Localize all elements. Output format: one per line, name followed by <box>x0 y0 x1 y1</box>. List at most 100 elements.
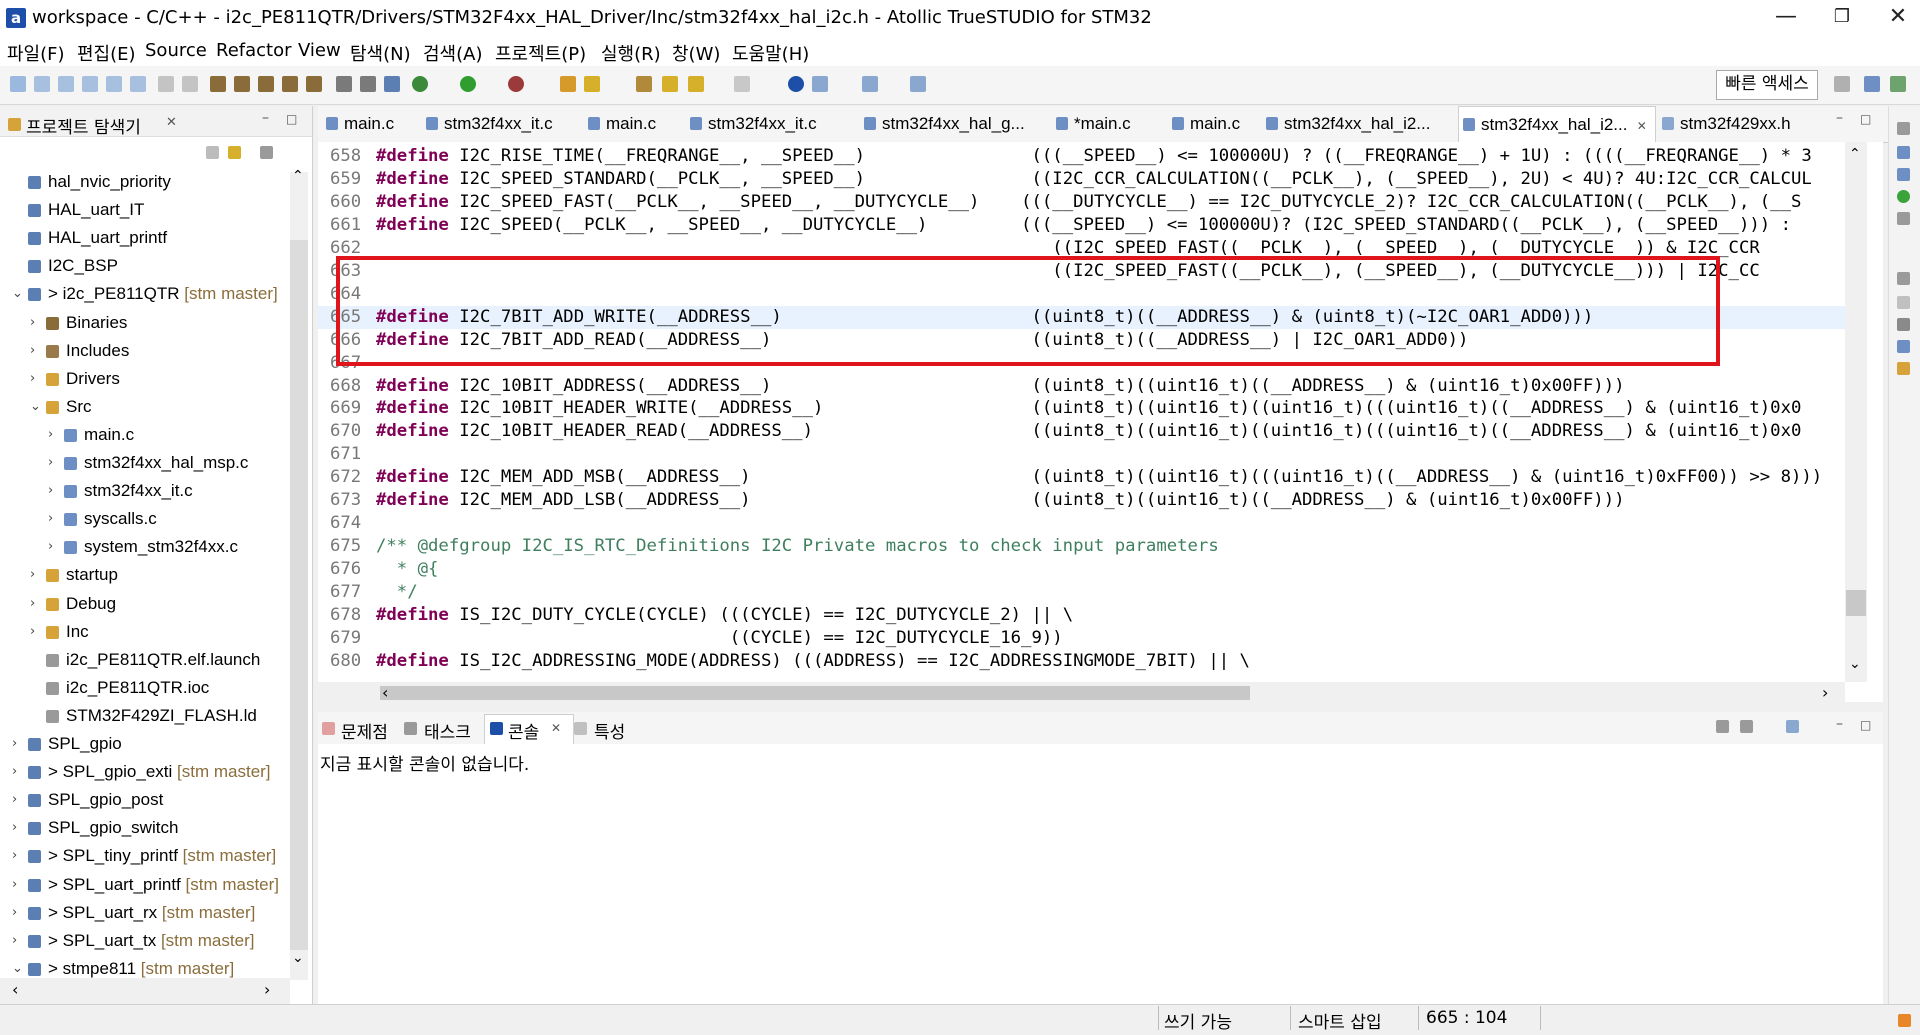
layout-icon[interactable] <box>862 76 878 92</box>
menu-view[interactable]: View <box>298 40 341 61</box>
editor-tab[interactable]: main.c <box>322 106 418 142</box>
project-explorer-title[interactable]: 프로젝트 탐색기 <box>26 113 141 138</box>
tree-item[interactable]: SPL_gpio_switch <box>48 818 178 844</box>
code-line[interactable]: 661 #define I2C_SPEED(__PCLK__, __SPEED__… <box>318 214 1845 237</box>
chevron-right-icon[interactable]: › <box>48 539 53 554</box>
minimize-console-icon[interactable]: – <box>1836 716 1843 732</box>
editor-scroll-up-icon[interactable]: ⌃ <box>1849 146 1861 162</box>
build-all-icon[interactable] <box>234 76 250 92</box>
quick-access-input[interactable]: 빠른 액세스 <box>1716 70 1818 100</box>
restore-view-icon[interactable] <box>1897 122 1910 135</box>
new-source-folder-icon[interactable] <box>34 76 50 92</box>
tab-console[interactable]: 콘솔 <box>508 718 539 743</box>
clean-icon[interactable] <box>282 76 298 92</box>
editor-scroll-right-icon[interactable]: › <box>1822 683 1828 702</box>
tree-item[interactable]: hal_nvic_priority <box>48 172 171 198</box>
new-icon[interactable] <box>10 76 26 92</box>
chevron-down-icon[interactable]: ⌄ <box>12 961 23 976</box>
code-line[interactable]: 677 */ <box>318 581 1845 604</box>
new-file-icon[interactable] <box>130 76 146 92</box>
tree-item[interactable]: STM32F429ZI_FLASH.ld <box>66 706 257 732</box>
code-editor[interactable]: 658 #define I2C_RISE_TIME(__FREQRANGE__, … <box>318 142 1883 702</box>
minimize-view-icon[interactable]: – <box>262 110 269 126</box>
open-type-icon[interactable] <box>560 76 576 92</box>
make-target-icon[interactable] <box>1897 190 1910 203</box>
tree-item[interactable]: HAL_uart_printf <box>48 228 167 254</box>
new-class-icon[interactable] <box>106 76 122 92</box>
tree-item[interactable]: > SPL_uart_tx [stm master] <box>48 931 254 957</box>
code-line[interactable]: 678 #define IS_I2C_DUTY_CYCLE(CYCLE) (((C… <box>318 604 1845 627</box>
build-settings-icon[interactable] <box>306 76 322 92</box>
console-pin-icon[interactable] <box>1740 720 1753 733</box>
scroll-left-icon[interactable]: ‹ <box>12 980 18 999</box>
cpp-perspective-icon[interactable] <box>1864 76 1880 92</box>
back-icon[interactable] <box>662 76 678 92</box>
save-icon[interactable] <box>158 76 174 92</box>
close-view-icon[interactable]: ✕ <box>166 115 177 130</box>
new-source-file-icon[interactable] <box>58 76 74 92</box>
open-console-icon[interactable] <box>1786 720 1799 733</box>
chevron-right-icon[interactable]: › <box>12 764 17 779</box>
chevron-right-icon[interactable]: › <box>30 371 35 386</box>
build-icon[interactable] <box>210 76 226 92</box>
close-console-icon[interactable]: ✕ <box>551 721 561 735</box>
code-line[interactable]: 672 #define I2C_MEM_ADD_MSB(__ADDRESS__) … <box>318 466 1845 489</box>
tree-item[interactable]: main.c <box>84 425 134 451</box>
tree-item[interactable]: I2C_BSP <box>48 256 118 282</box>
tree-item[interactable]: > SPL_uart_printf [stm master] <box>48 875 279 901</box>
menu-refactor[interactable]: Refactor <box>216 40 292 61</box>
chevron-right-icon[interactable]: › <box>48 483 53 498</box>
chevron-right-icon[interactable]: › <box>12 933 17 948</box>
tree-item[interactable]: > SPL_tiny_printf [stm master] <box>48 846 276 872</box>
tree-item[interactable]: SPL_gpio <box>48 734 122 760</box>
editor-tab[interactable]: *main.c <box>1052 106 1164 142</box>
chevron-right-icon[interactable]: › <box>12 820 17 835</box>
outline-icon[interactable] <box>1897 146 1910 159</box>
chevron-down-icon[interactable]: ⌄ <box>30 399 41 414</box>
link-editor-icon[interactable] <box>228 146 241 159</box>
console-display-icon[interactable] <box>1716 720 1729 733</box>
menu-project[interactable]: 프로젝트(P) <box>495 40 586 66</box>
tab-problems[interactable]: 문제점 <box>341 718 388 743</box>
code-line[interactable]: 675 /** @defgroup I2C_IS_RTC_Definitions … <box>318 535 1845 558</box>
tree-item[interactable]: Inc <box>66 622 89 648</box>
editor-tab[interactable]: stm32f4xx_hal_i2... ✕ <box>1458 106 1656 143</box>
tree-item[interactable]: Debug <box>66 594 116 620</box>
code-line[interactable]: 660 #define I2C_SPEED_FAST(__PCLK__, __SP… <box>318 191 1845 214</box>
maximize-console-icon[interactable]: □ <box>1860 718 1871 732</box>
chevron-right-icon[interactable]: › <box>48 427 53 442</box>
chevron-right-icon[interactable]: › <box>30 596 35 611</box>
menu-help[interactable]: 도움말(H) <box>732 40 809 66</box>
debug-perspective-icon[interactable] <box>1890 76 1906 92</box>
chevron-right-icon[interactable]: › <box>12 905 17 920</box>
tree-item[interactable]: Drivers <box>66 369 120 395</box>
editor-tab[interactable]: stm32f4xx_hal_i2... <box>1262 106 1452 142</box>
registers-icon[interactable] <box>1897 318 1910 331</box>
editor-hscroll-thumb[interactable] <box>380 686 1250 700</box>
code-line[interactable]: 669 #define I2C_10BIT_HEADER_WRITE(__ADDR… <box>318 397 1845 420</box>
close-tab-icon[interactable]: ✕ <box>1633 119 1647 133</box>
chevron-down-icon[interactable]: ⌄ <box>12 286 23 301</box>
terminal-icon[interactable] <box>384 76 400 92</box>
tab-tasks[interactable]: 태스크 <box>424 718 471 743</box>
new-header-file-icon[interactable] <box>82 76 98 92</box>
editor-scroll-down-icon[interactable]: ⌄ <box>1849 656 1861 672</box>
editor-tab[interactable]: stm32f4xx_it.c <box>422 106 580 142</box>
code-line[interactable]: 659 #define I2C_SPEED_STANDARD(__PCLK__, … <box>318 168 1845 191</box>
minimize-button[interactable]: — <box>1756 0 1816 36</box>
editor-tab[interactable]: main.c <box>584 106 682 142</box>
chevron-right-icon[interactable]: › <box>48 511 53 526</box>
open-perspective-icon[interactable] <box>1834 76 1850 92</box>
restore-button[interactable]: ❐ <box>1812 0 1872 36</box>
editor-scroll-left-icon[interactable]: ‹ <box>382 683 388 702</box>
scroll-up-icon[interactable]: ⌃ <box>292 168 304 184</box>
scroll-down-icon[interactable]: ⌄ <box>292 950 304 966</box>
tab-properties[interactable]: 특성 <box>594 718 625 743</box>
debug-config-icon[interactable] <box>336 76 352 92</box>
chevron-right-icon[interactable]: › <box>12 736 17 751</box>
editor-tab[interactable]: stm32f4xx_hal_g... <box>860 106 1048 142</box>
close-button[interactable]: ✕ <box>1868 0 1920 36</box>
chevron-right-icon[interactable]: › <box>12 877 17 892</box>
chevron-right-icon[interactable]: › <box>30 567 35 582</box>
code-line[interactable]: 658 #define I2C_RISE_TIME(__FREQRANGE__, … <box>318 145 1845 168</box>
